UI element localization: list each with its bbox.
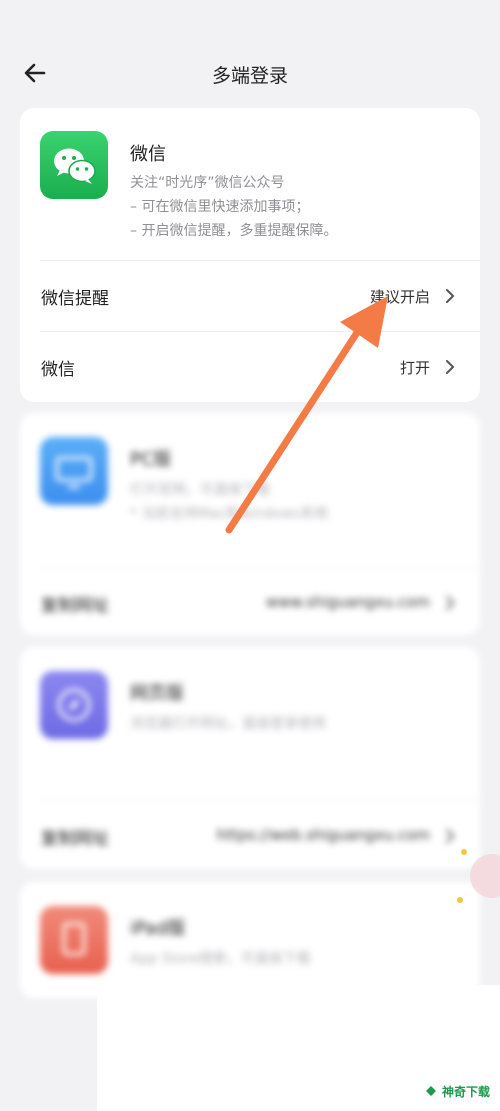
page-title: 多端登录 (211, 65, 288, 87)
chevron-right-icon (446, 360, 455, 374)
tablet-icon (40, 906, 108, 974)
web-name: 网页版 (130, 683, 184, 704)
ipad-desc-line-1: App Store搜索，可直接下载 (130, 951, 311, 967)
ipad-name: iPad版 (130, 918, 186, 939)
wechat-logo-icon (40, 131, 108, 199)
web-url: https://web.shiguangxu.com (216, 826, 430, 844)
ipad-card: iPad版 App Store搜索，可直接下载 (20, 882, 480, 998)
pc-copy-url-label: 复制网址 (41, 596, 109, 616)
wechat-card: 微信 关注“时光序”微信公众号 – 可在微信里快速添加事项； – 开启微信提醒，… (20, 108, 480, 402)
web-card: 网页版 浏览器打开网址，直接登录使用 复制网址 https://web.shig… (20, 647, 480, 869)
pc-desc-line-2: * 当前支持Mac和windows系统 (130, 506, 329, 522)
web-desc-line-1: 浏览器打开网址，直接登录使用 (130, 716, 326, 732)
wechat-open-value: 打开 (399, 359, 430, 377)
wechat-name: 微信 (130, 144, 166, 165)
chevron-right-icon (446, 596, 455, 610)
pc-copy-url-row[interactable]: 复制网址 www.shiguangxu.com (20, 568, 480, 635)
web-copy-url-label: 复制网址 (41, 829, 109, 849)
wechat-reminder-label: 微信提醒 (41, 289, 109, 309)
wechat-open-label: 微信 (41, 360, 75, 380)
pc-card: PC版 打开官网，可直接下载 * 当前支持Mac和windows系统 复制网址 … (20, 413, 480, 635)
floating-sticker-icon[interactable] (452, 840, 500, 910)
wechat-reminder-row[interactable]: 微信提醒 建议开启 (20, 261, 480, 331)
wechat-app-info: 微信 关注“时光序”微信公众号 – 可在微信里快速添加事项； – 开启微信提醒，… (20, 108, 480, 258)
wechat-open-row[interactable]: 微信 打开 (20, 332, 480, 402)
pc-name: PC版 (130, 449, 172, 470)
watermark-logo-icon (426, 1086, 436, 1096)
header-bar: 多端登录 (0, 0, 500, 100)
chevron-right-icon (446, 289, 455, 303)
pc-desc-line-1: 打开官网，可直接下载 (130, 482, 270, 498)
wechat-desc-line-1: 关注“时光序”微信公众号 (130, 175, 285, 191)
web-copy-url-row[interactable]: 复制网址 https://web.shiguangxu.com (20, 801, 480, 869)
wechat-desc-line-3: – 开启微信提醒，多重提醒保障。 (130, 223, 338, 239)
wechat-reminder-value: 建议开启 (369, 288, 430, 306)
watermark-text: 神奇下载 (442, 1085, 491, 1099)
compass-icon (40, 671, 108, 739)
monitor-icon (40, 437, 108, 505)
pc-url: www.shiguangxu.com (265, 593, 430, 611)
watermark: 神奇下载 (418, 1080, 498, 1102)
wechat-desc-line-2: – 可在微信里快速添加事项； (130, 199, 310, 215)
